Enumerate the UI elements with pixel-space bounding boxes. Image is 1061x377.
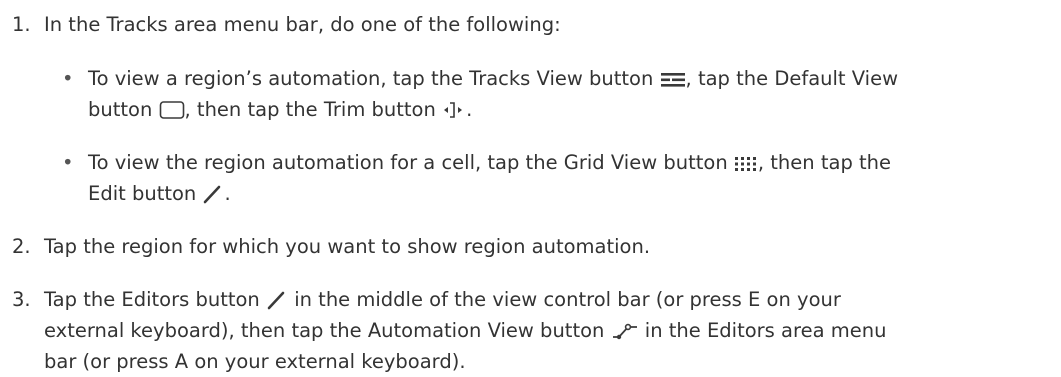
bullet-line: To view a region’s automation, tap the T…: [88, 63, 1057, 94]
step-line: bar (or press A on your external keyboar…: [44, 346, 1053, 377]
bullet-dot: •: [62, 67, 74, 90]
default-view-icon: [159, 100, 185, 120]
text-segment: .: [466, 98, 473, 121]
text-segment: To view the region automation for a cell…: [88, 151, 728, 174]
editors-pencil-icon: [266, 290, 288, 310]
text-segment: bar (or press A on your external keyboar…: [44, 350, 466, 373]
bullet-line: Edit button .: [88, 178, 1057, 209]
step-text: Tap the region for which you want to sho…: [44, 235, 651, 258]
text-segment: external keyboard), then tap the Automat…: [44, 319, 605, 342]
bullet-text: To view a region’s automation, tap the T…: [88, 63, 1057, 125]
text-segment: To view a region’s automation, tap the T…: [88, 67, 654, 90]
tracks-view-icon: [660, 71, 686, 89]
bullet-text: To view the region automation for a cell…: [88, 147, 1057, 209]
text-segment: button: [88, 98, 153, 121]
trim-icon: [442, 100, 466, 120]
text-segment: .: [224, 182, 231, 205]
bullet-dot: •: [62, 151, 74, 174]
step-line: external keyboard), then tap the Automat…: [44, 315, 1053, 346]
step-text: Tap the Editors button in the middle of …: [44, 284, 1053, 377]
bullet-line: To view the region automation for a cell…: [88, 147, 1057, 178]
instruction-document: 1. In the Tracks area menu bar, do one o…: [0, 0, 1061, 373]
step-number: 2.: [12, 235, 31, 258]
step-number: 3.: [12, 288, 31, 311]
step-number: 1.: [12, 13, 31, 36]
automation-view-icon: [611, 321, 639, 341]
text-segment: in the middle of the view control bar (o…: [294, 288, 841, 311]
grid-view-icon: [734, 155, 758, 173]
text-segment: Edit button: [88, 182, 197, 205]
text-segment: Tap the Editors button: [44, 288, 260, 311]
text-segment: , then tap the: [757, 151, 892, 174]
text-segment: in the Editors area menu: [644, 319, 887, 342]
text-segment: , tap the Default View: [685, 67, 899, 90]
step-text: In the Tracks area menu bar, do one of t…: [44, 13, 561, 36]
bullet-line: button , then tap the Trim button .: [88, 94, 1057, 125]
step-line: Tap the Editors button in the middle of …: [44, 284, 1053, 315]
text-segment: , then tap the Trim button: [184, 98, 436, 121]
edit-pencil-icon: [202, 184, 224, 204]
